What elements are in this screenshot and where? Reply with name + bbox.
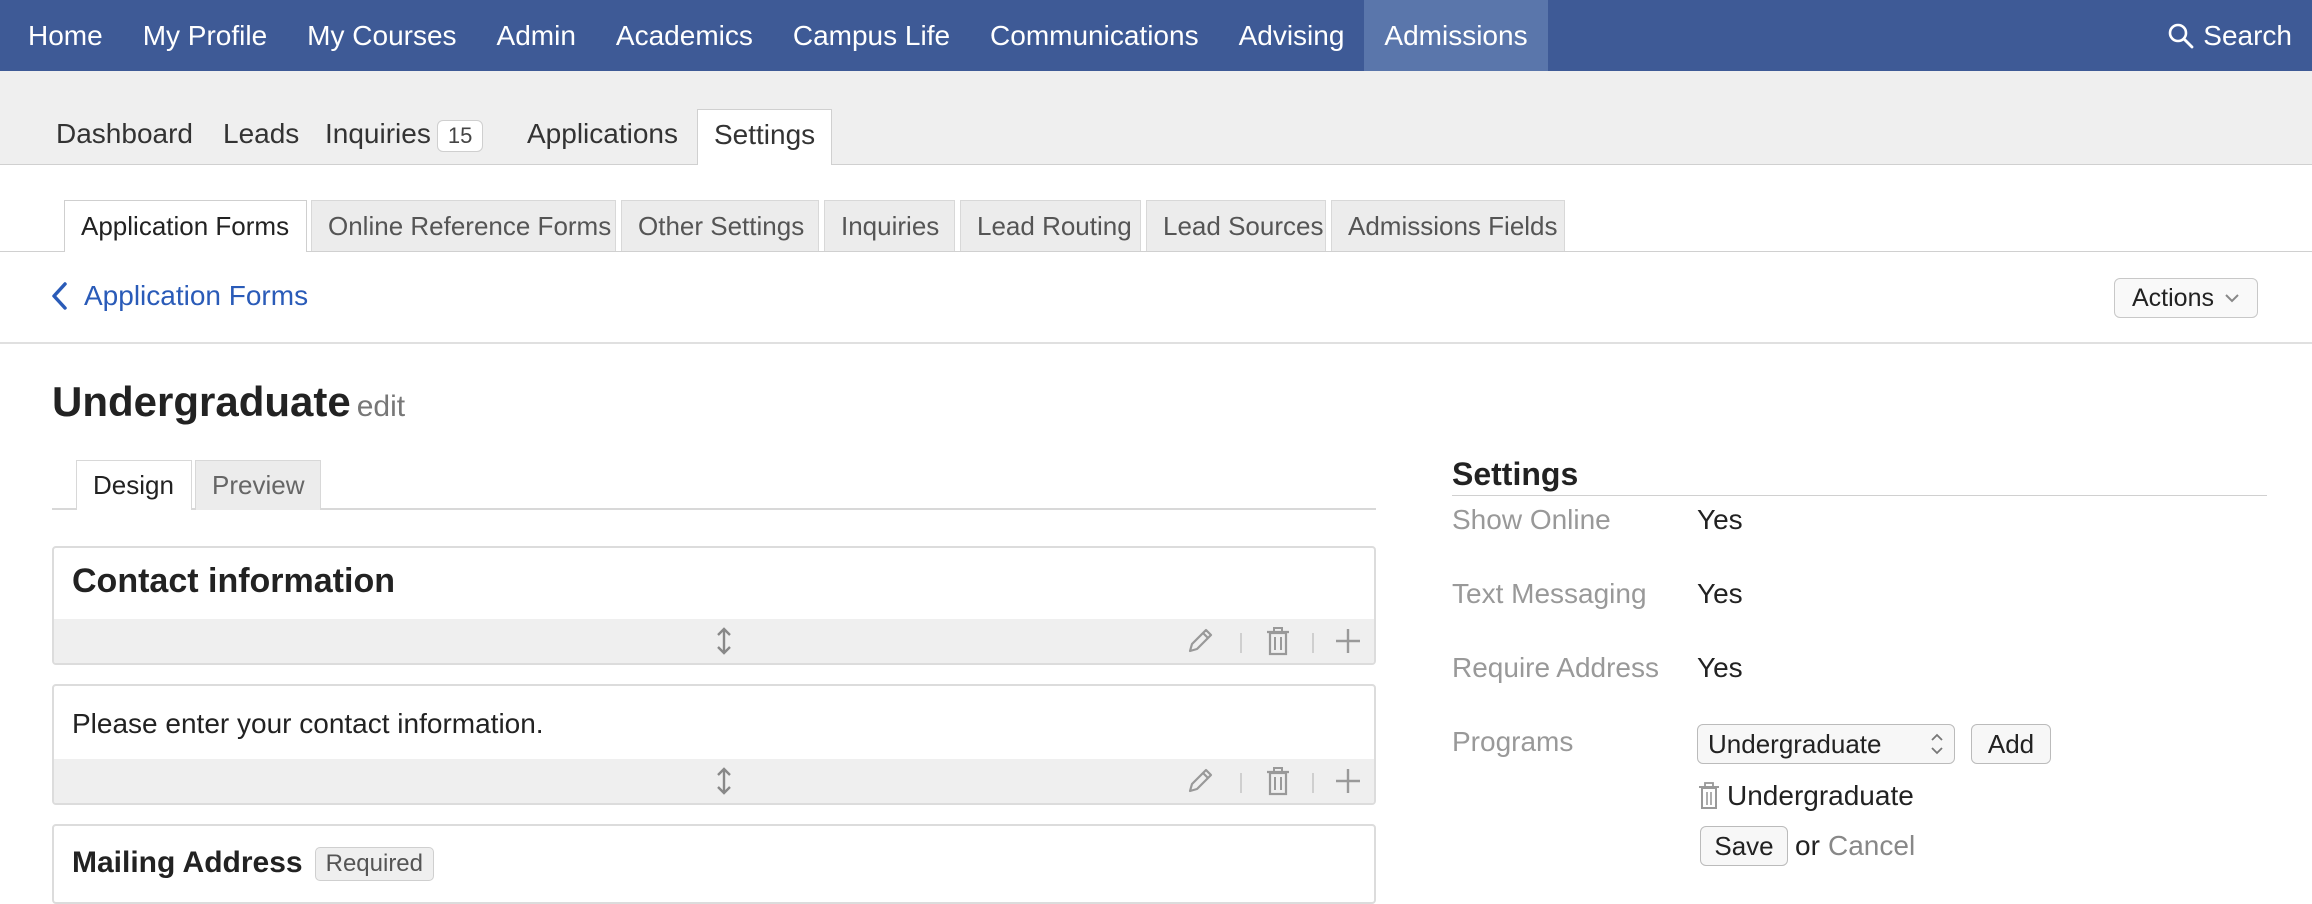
add-program-button[interactable]: Add [1971,724,2051,764]
drag-handle-icon[interactable] [708,765,740,797]
nav-academics[interactable]: Academics [596,0,773,71]
programs-label: Programs [1452,726,1574,757]
form-block-contact-heading: Contact information [52,546,1376,665]
text-messaging-value: Yes [1697,578,1743,609]
text-messaging-label: Text Messaging [1452,578,1647,609]
tab-preview[interactable]: Preview [195,460,321,510]
pencil-icon[interactable] [1184,765,1216,797]
require-address-label: Require Address [1452,652,1660,683]
settings-heading: Settings [1452,456,2267,496]
form-title: Undergraduate [52,378,351,425]
required-badge: Required [314,847,435,882]
inquiries-count-badge: 15 [436,119,484,152]
block-heading: Contact information [72,562,395,600]
show-online-label: Show Online [1452,504,1611,535]
nav-advising[interactable]: Advising [1219,0,1365,71]
subnav-settings[interactable]: Settings [697,109,833,165]
edit-title-link[interactable]: edit [357,390,405,423]
tab-application-forms[interactable]: Application Forms [64,200,307,252]
program-select[interactable]: Undergraduate [1697,724,1955,764]
trash-icon[interactable] [1262,625,1294,657]
show-online-value: Yes [1697,504,1743,535]
select-arrows-icon [1931,733,1943,755]
save-button[interactable]: Save [1700,826,1788,866]
breadcrumb: Application Forms Actions [0,252,2312,344]
actions-dropdown[interactable]: Actions [2114,278,2258,318]
top-navigation: Home My Profile My Courses Admin Academi… [0,0,2312,71]
plus-icon[interactable] [1332,765,1364,797]
chevron-left-icon [52,282,67,310]
nav-campus-life[interactable]: Campus Life [773,0,970,71]
subnav-leads[interactable]: Leads [223,118,299,150]
chevron-down-icon [2225,294,2239,303]
program-select-value: Undergraduate [1708,728,1882,759]
block-text: Please enter your contact information. [72,708,544,739]
trash-icon[interactable] [1697,782,1721,810]
pencil-icon[interactable] [1184,625,1216,657]
require-address-value: Yes [1697,652,1743,683]
subnav-inquiries-label: Inquiries [325,118,431,149]
nav-communications[interactable]: Communications [970,0,1219,71]
form-block-contact-text: Please enter your contact information. [52,684,1376,805]
subnav-inquiries[interactable]: Inquiries 15 [325,118,484,152]
settings-tabs: Application Forms Online Reference Forms… [0,165,2312,252]
nav-admin[interactable]: Admin [477,0,596,71]
tab-lead-routing[interactable]: Lead Routing [960,200,1141,251]
block-toolbar [54,619,1374,663]
trash-icon[interactable] [1262,765,1294,797]
tab-design[interactable]: Design [76,460,192,510]
back-to-application-forms[interactable]: Application Forms [50,280,308,312]
tab-admissions-fields[interactable]: Admissions Fields [1331,200,1565,251]
nav-home[interactable]: Home [8,0,123,71]
block-toolbar [54,759,1374,803]
form-block-mailing-address: Mailing Address Required [52,824,1376,904]
nav-admissions[interactable]: Admissions [1364,0,1548,71]
block-heading: Mailing Address [72,846,303,879]
design-preview-tabs: Design Preview [52,456,1376,510]
actions-label: Actions [2132,283,2214,312]
search-button[interactable]: Search [2167,0,2292,71]
drag-handle-icon[interactable] [708,625,740,657]
subnav-applications[interactable]: Applications [527,118,678,150]
toolbar-divider [1312,773,1314,793]
toolbar-divider [1240,773,1242,793]
or-text: or [1795,830,1820,861]
toolbar-divider [1312,633,1314,653]
page-title: Undergraduate edit [52,378,405,426]
nav-my-courses[interactable]: My Courses [287,0,476,71]
nav-my-profile[interactable]: My Profile [123,0,287,71]
tab-other-settings[interactable]: Other Settings [621,200,819,251]
tab-inquiries[interactable]: Inquiries [824,200,955,251]
block-heading-wrap: Mailing Address Required [54,826,1374,882]
subnav-dashboard[interactable]: Dashboard [56,118,193,150]
program-list-item: Undergraduate [1697,780,1914,812]
search-icon [2168,23,2194,48]
cancel-link[interactable]: Cancel [1828,830,1915,862]
program-item-label: Undergraduate [1727,780,1914,811]
search-label: Search [2203,19,2292,51]
toolbar-divider [1240,633,1242,653]
back-link-label: Application Forms [84,280,309,311]
tab-lead-sources[interactable]: Lead Sources [1146,200,1326,251]
plus-icon[interactable] [1332,625,1364,657]
admissions-subnav: Dashboard Leads Inquiries 15 Applications… [0,71,2312,165]
tab-online-reference-forms[interactable]: Online Reference Forms [311,200,616,251]
